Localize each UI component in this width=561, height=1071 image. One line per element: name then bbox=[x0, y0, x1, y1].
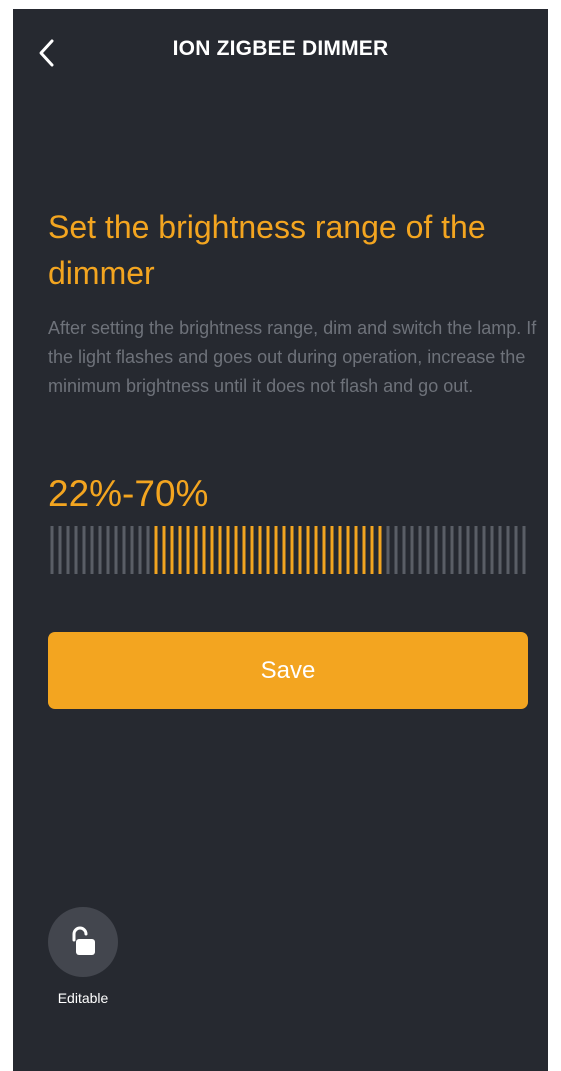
range-tick-active bbox=[378, 526, 382, 574]
range-tick bbox=[458, 526, 462, 574]
range-tick bbox=[138, 526, 142, 574]
unlocked-padlock-icon bbox=[72, 926, 95, 955]
range-tick bbox=[402, 526, 406, 574]
range-tick bbox=[82, 526, 86, 574]
range-ticks bbox=[50, 526, 526, 574]
range-tick bbox=[114, 526, 118, 574]
range-tick bbox=[514, 526, 518, 574]
range-tick-active bbox=[346, 526, 350, 574]
range-tick-active bbox=[194, 526, 198, 574]
range-tick-active bbox=[362, 526, 366, 574]
range-tick-active bbox=[322, 526, 326, 574]
range-tick-active bbox=[370, 526, 374, 574]
range-tick bbox=[146, 526, 150, 574]
range-tick bbox=[506, 526, 510, 574]
range-tick-active bbox=[202, 526, 206, 574]
range-tick-active bbox=[226, 526, 230, 574]
range-tick bbox=[130, 526, 134, 574]
lock-toggle-button[interactable] bbox=[48, 907, 118, 977]
dimmer-screen: ION ZIGBEE DIMMER Set the brightness ran… bbox=[13, 9, 548, 1071]
section-heading: Set the brightness range of the dimmer bbox=[48, 209, 486, 291]
range-tick-active bbox=[170, 526, 174, 574]
app-header: ION ZIGBEE DIMMER bbox=[13, 9, 548, 93]
brightness-range-slider[interactable] bbox=[48, 526, 528, 574]
range-tick bbox=[50, 526, 54, 574]
range-tick-active bbox=[154, 526, 158, 574]
range-tick bbox=[426, 526, 430, 574]
range-tick-active bbox=[330, 526, 334, 574]
range-tick-active bbox=[274, 526, 278, 574]
range-tick bbox=[394, 526, 398, 574]
range-tick-active bbox=[162, 526, 166, 574]
range-tick bbox=[466, 526, 470, 574]
range-tick bbox=[450, 526, 454, 574]
range-tick-active bbox=[306, 526, 310, 574]
range-tick bbox=[474, 526, 478, 574]
save-button[interactable]: Save bbox=[48, 632, 528, 709]
range-tick-active bbox=[242, 526, 246, 574]
range-tick bbox=[58, 526, 62, 574]
range-tick bbox=[490, 526, 494, 574]
range-tick bbox=[106, 526, 110, 574]
range-tick-active bbox=[290, 526, 294, 574]
section-description: After setting the brightness range, dim … bbox=[48, 318, 537, 396]
range-tick bbox=[98, 526, 102, 574]
range-tick bbox=[522, 526, 526, 574]
lock-status-label: Editable bbox=[57, 990, 109, 1006]
range-tick bbox=[482, 526, 486, 574]
range-tick-active bbox=[338, 526, 342, 574]
range-tick-active bbox=[186, 526, 190, 574]
range-tick bbox=[434, 526, 438, 574]
range-tick bbox=[498, 526, 502, 574]
range-tick-active bbox=[210, 526, 214, 574]
range-tick-active bbox=[234, 526, 238, 574]
range-tick-active bbox=[298, 526, 302, 574]
range-tick bbox=[74, 526, 78, 574]
range-tick-active bbox=[258, 526, 262, 574]
range-tick bbox=[90, 526, 94, 574]
range-tick-active bbox=[218, 526, 222, 574]
range-tick bbox=[442, 526, 446, 574]
range-tick bbox=[122, 526, 126, 574]
range-tick-active bbox=[314, 526, 318, 574]
page-title: ION ZIGBEE DIMMER bbox=[172, 37, 389, 60]
range-tick-active bbox=[178, 526, 182, 574]
range-tick bbox=[418, 526, 422, 574]
range-tick bbox=[410, 526, 414, 574]
range-tick-active bbox=[354, 526, 358, 574]
range-tick bbox=[386, 526, 390, 574]
range-tick-active bbox=[250, 526, 254, 574]
range-tick bbox=[66, 526, 70, 574]
brightness-range-value: 22%-70% bbox=[48, 473, 209, 514]
range-tick-active bbox=[282, 526, 286, 574]
range-tick-active bbox=[266, 526, 270, 574]
